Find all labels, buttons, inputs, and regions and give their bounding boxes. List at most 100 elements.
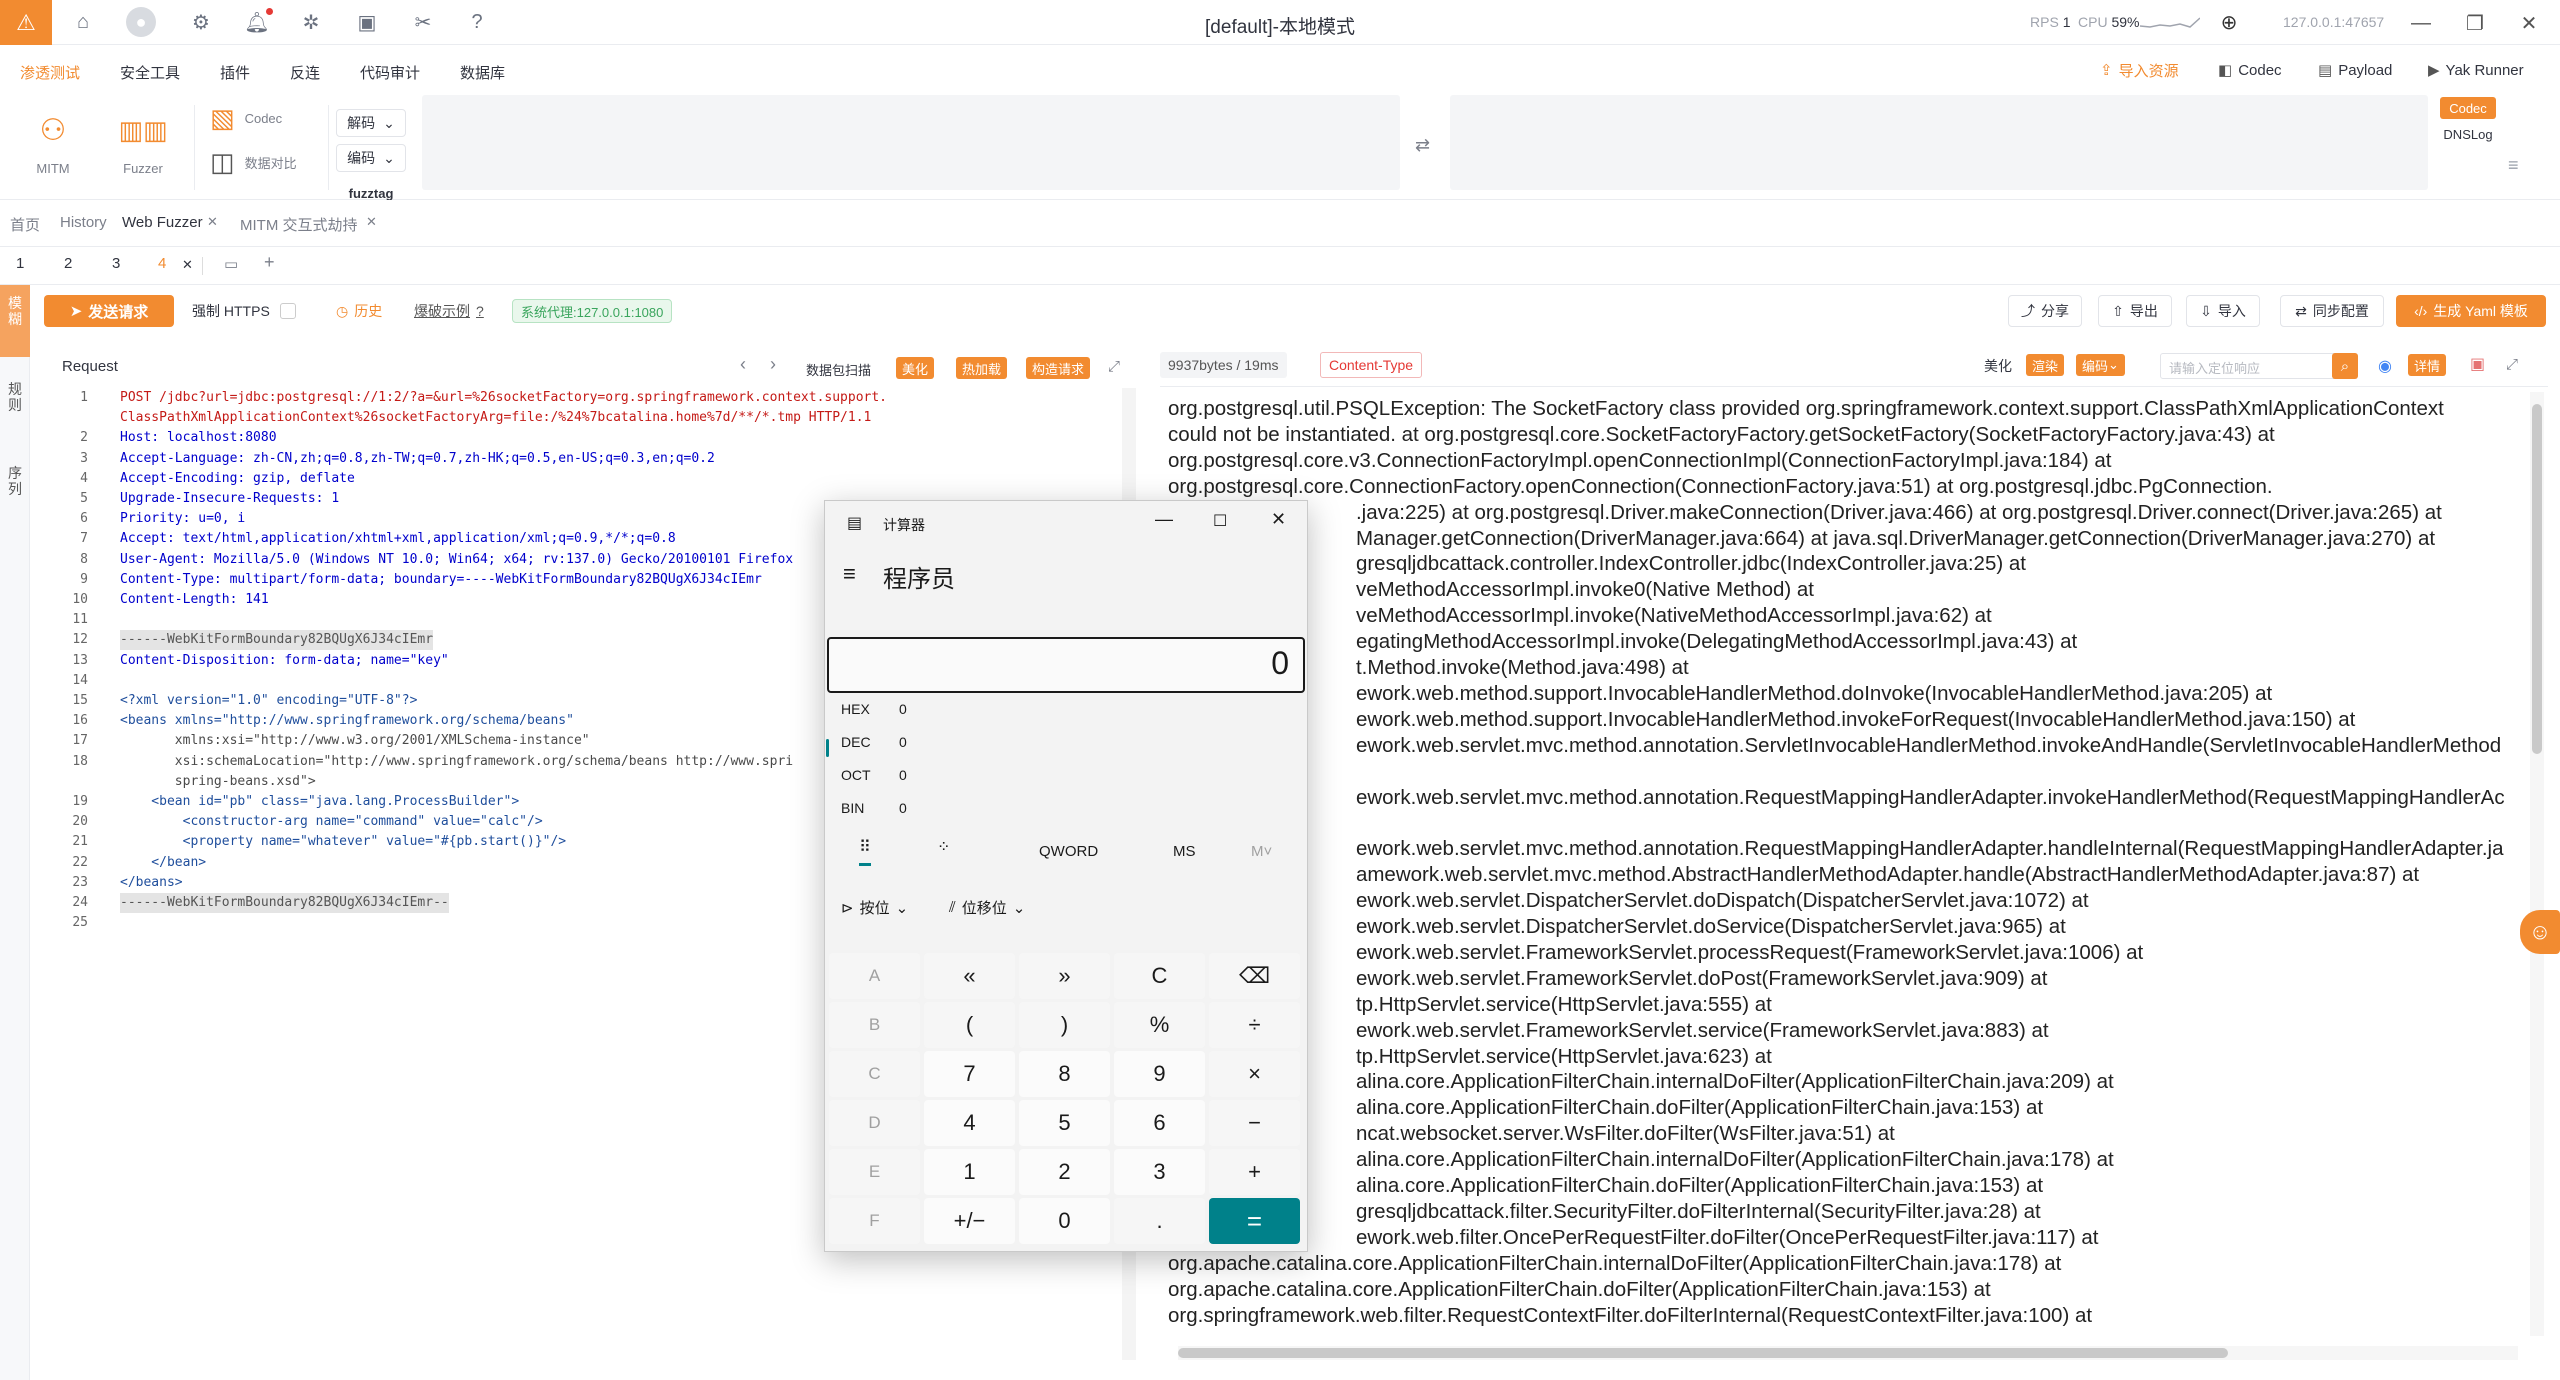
key-1[interactable]: 1 bbox=[924, 1149, 1015, 1195]
share-button[interactable]: ⤴ 分享 bbox=[2008, 295, 2082, 327]
key-shift-right[interactable]: » bbox=[1019, 953, 1110, 999]
memory-list-button[interactable]: M˅ bbox=[1251, 843, 1272, 860]
key-5[interactable]: 5 bbox=[1019, 1100, 1110, 1146]
sidebar-item-sequence[interactable]: 序列 bbox=[7, 465, 23, 497]
word-size-button[interactable]: QWORD bbox=[1039, 843, 1098, 860]
response-hscrollbar[interactable] bbox=[1178, 1346, 2518, 1360]
tab-web-fuzzer[interactable]: Web Fuzzer bbox=[122, 214, 203, 231]
hscrollbar-thumb[interactable] bbox=[1178, 1348, 2228, 1358]
search-icon[interactable]: ⌕ bbox=[2332, 353, 2358, 379]
radix-hex[interactable]: HEX bbox=[841, 701, 870, 717]
sync-config-button[interactable]: ⇄ 同步配置 bbox=[2280, 295, 2384, 327]
save-icon[interactable]: ▭ bbox=[224, 255, 238, 273]
key-3[interactable]: 3 bbox=[1114, 1149, 1205, 1195]
fuzzer-tool[interactable]: ▥▥ Fuzzer bbox=[108, 107, 178, 177]
key-close-paren[interactable]: ) bbox=[1019, 1002, 1110, 1048]
subtab-1[interactable]: 1 bbox=[16, 255, 24, 272]
key-divide[interactable]: ÷ bbox=[1209, 1002, 1300, 1048]
codec-output-box[interactable] bbox=[1450, 95, 2428, 190]
tab-home[interactable]: 首页 bbox=[10, 214, 40, 235]
bit-toggle-icon[interactable]: ⁘ bbox=[937, 837, 950, 857]
response-search-input[interactable]: 请输入定位响应 bbox=[2160, 353, 2350, 379]
export-button[interactable]: ⇧ 导出 bbox=[2098, 295, 2172, 327]
sidebar-item-rules[interactable]: 规则 bbox=[7, 381, 23, 413]
maximize-icon[interactable]: ☐ bbox=[1213, 511, 1227, 531]
key-plus[interactable]: + bbox=[1209, 1149, 1300, 1195]
chevron-right-icon[interactable]: › bbox=[770, 354, 776, 375]
subtab-4[interactable]: 4 bbox=[158, 255, 166, 272]
key-9[interactable]: 9 bbox=[1114, 1051, 1205, 1097]
key-c[interactable]: C bbox=[829, 1051, 920, 1097]
key-2[interactable]: 2 bbox=[1019, 1149, 1110, 1195]
key-f[interactable]: F bbox=[829, 1198, 920, 1244]
hamburger-menu-icon[interactable]: ≡ bbox=[843, 561, 856, 587]
hot-reload-button[interactable]: 热加载 bbox=[956, 357, 1008, 379]
send-request-button[interactable]: ➤ 发送请求 bbox=[44, 295, 174, 327]
key-b[interactable]: B bbox=[829, 1002, 920, 1048]
key-negate[interactable]: +/− bbox=[924, 1198, 1015, 1244]
key-shift-left[interactable]: « bbox=[924, 953, 1015, 999]
chrome-icon[interactable]: ◉ bbox=[2378, 356, 2392, 376]
force-https-checkbox[interactable] bbox=[279, 303, 296, 319]
radix-bin[interactable]: BIN bbox=[841, 800, 864, 816]
response-body[interactable]: org.postgresql.util.PSQLException: The S… bbox=[1168, 396, 2538, 1336]
sort-icon[interactable]: ≡ bbox=[2508, 155, 2519, 176]
key-e[interactable]: E bbox=[829, 1149, 920, 1195]
menu-code-audit[interactable]: 代码审计 bbox=[360, 62, 420, 83]
close-icon[interactable]: ✕ bbox=[182, 257, 193, 273]
key-0[interactable]: 0 bbox=[1019, 1198, 1110, 1244]
encode-dropdown[interactable]: 编码 ⌄ bbox=[336, 144, 406, 172]
decode-dropdown[interactable]: 解码 ⌄ bbox=[336, 109, 406, 137]
compare-tool[interactable]: ◫ 数据对比 bbox=[210, 147, 297, 178]
generate-yaml-button[interactable]: ‹/› 生成 Yaml 模板 bbox=[2396, 295, 2546, 327]
key-8[interactable]: 8 bbox=[1019, 1051, 1110, 1097]
radix-oct[interactable]: OCT bbox=[841, 767, 871, 783]
close-icon[interactable]: ✕ bbox=[366, 214, 377, 230]
chevron-left-icon[interactable]: ‹ bbox=[740, 354, 746, 375]
scrollbar-thumb[interactable] bbox=[2532, 404, 2542, 754]
side-codec-tab[interactable]: Codec bbox=[2440, 97, 2496, 119]
key-4[interactable]: 4 bbox=[924, 1100, 1015, 1146]
response-scrollbar[interactable] bbox=[2530, 392, 2544, 1336]
key-d[interactable]: D bbox=[829, 1100, 920, 1146]
menu-security-tools[interactable]: 安全工具 bbox=[120, 62, 180, 83]
yak-mascot-icon[interactable]: ☺ bbox=[2520, 910, 2560, 954]
payload-button[interactable]: ▤ Payload bbox=[2318, 57, 2392, 83]
key-multiply[interactable]: × bbox=[1209, 1051, 1300, 1097]
examples-link[interactable]: 爆破示例? bbox=[414, 295, 484, 327]
key-backspace[interactable]: ⌫ bbox=[1209, 953, 1300, 999]
codec-tool[interactable]: ▧ Codec bbox=[210, 103, 282, 134]
codec-input-box[interactable] bbox=[422, 95, 1400, 190]
render-button[interactable]: 渲染 bbox=[2026, 354, 2065, 376]
beautify-button[interactable]: 美化 bbox=[896, 357, 935, 379]
menu-pentest[interactable]: 渗透测试 bbox=[20, 62, 80, 83]
maximize-icon[interactable]: ❐ bbox=[2460, 8, 2490, 38]
resp-beautify-button[interactable]: 美化 bbox=[1984, 356, 2012, 376]
details-button[interactable]: 详情 bbox=[2408, 354, 2447, 376]
minimize-icon[interactable]: — bbox=[1155, 509, 1173, 530]
side-dnslog-tab[interactable]: DNSLog bbox=[2440, 127, 2496, 142]
key-7[interactable]: 7 bbox=[924, 1051, 1015, 1097]
import-button[interactable]: ⇩ 导入 bbox=[2186, 295, 2260, 327]
key-clear[interactable]: C bbox=[1114, 953, 1205, 999]
codec-button[interactable]: ◧ Codec bbox=[2218, 57, 2282, 83]
key-6[interactable]: 6 bbox=[1114, 1100, 1205, 1146]
bitshift-dropdown[interactable]: ⫽ 位移位 ⌄ bbox=[949, 897, 1025, 918]
radix-dec[interactable]: DEC bbox=[841, 734, 871, 750]
history-button[interactable]: ◷ 历史 bbox=[336, 295, 382, 327]
packet-scan-button[interactable]: 数据包扫描 bbox=[806, 360, 871, 379]
fullscreen-icon[interactable]: ⤢ bbox=[2506, 356, 2518, 373]
key-percent[interactable]: % bbox=[1114, 1002, 1205, 1048]
resp-encode-button[interactable]: 编码 ⌄ bbox=[2076, 354, 2125, 376]
menu-plugins[interactable]: 插件 bbox=[220, 62, 250, 83]
calculator-display[interactable]: 0 bbox=[827, 637, 1305, 693]
key-equals[interactable]: = bbox=[1209, 1198, 1300, 1244]
key-decimal[interactable]: . bbox=[1114, 1198, 1205, 1244]
engine-icon[interactable]: ⊕ bbox=[2216, 9, 2242, 35]
minimize-icon[interactable]: — bbox=[2406, 8, 2436, 38]
chat-icon[interactable]: ▣ bbox=[2470, 354, 2485, 374]
bitwise-dropdown[interactable]: ⊳ 按位 ⌄ bbox=[841, 897, 908, 918]
close-icon[interactable]: ✕ bbox=[1271, 509, 1286, 530]
tab-mitm[interactable]: MITM 交互式劫持 bbox=[240, 214, 358, 235]
key-a[interactable]: A bbox=[829, 953, 920, 999]
